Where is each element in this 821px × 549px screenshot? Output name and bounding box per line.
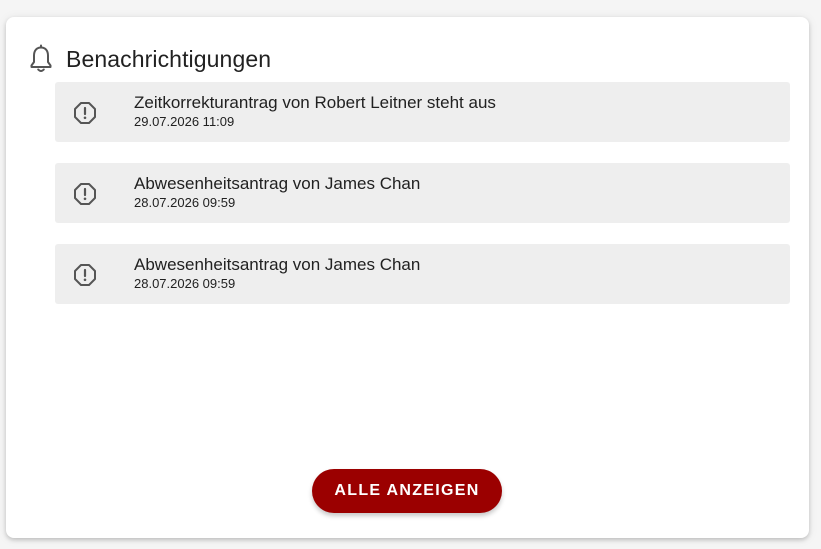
notifications-card: Benachrichtigungen Zeitkorrekturantrag v… xyxy=(6,17,809,538)
notification-item[interactable]: Abwesenheitsantrag von James Chan 28.07.… xyxy=(55,163,790,223)
notification-text: Abwesenheitsantrag von James Chan 28.07.… xyxy=(134,255,420,292)
notification-message: Abwesenheitsantrag von James Chan xyxy=(134,255,421,274)
notification-timestamp: 28.07.2026 09:59 xyxy=(134,276,236,291)
bell-icon xyxy=(28,44,54,74)
notification-message: Abwesenheitsantrag von James Chan xyxy=(134,174,421,193)
page-title: Benachrichtigungen xyxy=(66,45,272,72)
show-all-button[interactable]: ALLE ANZEIGEN xyxy=(312,469,502,513)
notification-item[interactable]: Abwesenheitsantrag von James Chan 28.07.… xyxy=(55,244,790,304)
alert-octagon-icon xyxy=(73,263,97,287)
notification-text: Zeitkorrekturantrag von Robert Leitner s… xyxy=(134,93,496,130)
notification-timestamp: 28.07.2026 09:59 xyxy=(134,195,236,210)
notification-timestamp: 29.07.2026 11:09 xyxy=(134,114,235,129)
alert-octagon-icon xyxy=(73,182,97,206)
notification-list: Zeitkorrekturantrag von Robert Leitner s… xyxy=(55,82,790,325)
notification-text: Abwesenheitsantrag von James Chan 28.07.… xyxy=(134,174,420,211)
notification-item[interactable]: Zeitkorrekturantrag von Robert Leitner s… xyxy=(55,82,790,142)
card-header: Benachrichtigungen xyxy=(28,44,271,74)
notification-message: Zeitkorrekturantrag von Robert Leitner s… xyxy=(134,93,496,112)
alert-octagon-icon xyxy=(73,101,97,125)
